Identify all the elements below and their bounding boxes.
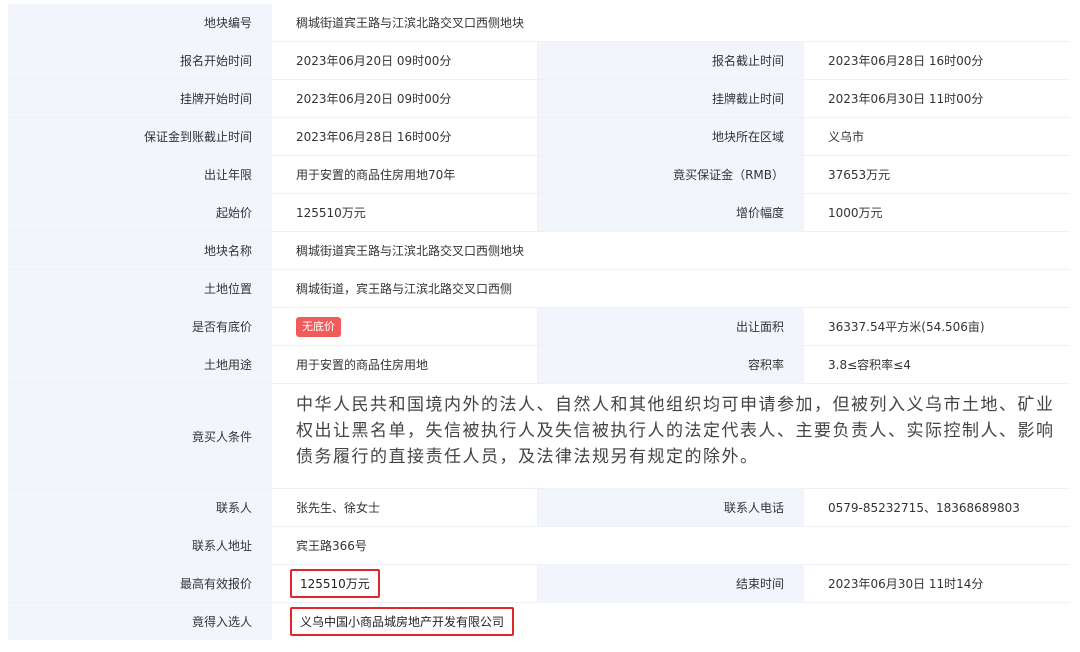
value-end-time: 2023年06月30日 11时14分 [804, 565, 1070, 602]
value-area: 36337.54平方米(54.506亩) [804, 308, 1070, 345]
label-top-bid: 最高有效报价 [8, 565, 272, 602]
value-conditions: 中华人民共和国境内外的法人、自然人和其他组织均可申请参加，但被列入义乌市土地、矿… [272, 384, 1070, 488]
row-start-price: 起始价 125510万元 增价幅度 1000万元 [8, 194, 1070, 232]
label-end-time: 结束时间 [538, 565, 804, 602]
label-location: 土地位置 [8, 270, 272, 307]
label-deposit: 竟买保证金（RMB） [538, 156, 804, 193]
value-start-price: 125510万元 [272, 194, 538, 231]
label-listing-end: 挂牌截止时间 [538, 80, 804, 117]
value-deposit-deadline: 2023年06月28日 16时00分 [272, 118, 538, 155]
label-phone: 联系人电话 [538, 489, 804, 526]
label-area: 出让面积 [538, 308, 804, 345]
value-address: 宾王路366号 [272, 527, 1070, 564]
label-conditions: 竟买人条件 [8, 384, 272, 488]
value-usage: 用于安置的商品住房用地 [272, 346, 538, 383]
label-far: 容积率 [538, 346, 804, 383]
label-winner: 竟得入选人 [8, 603, 272, 640]
value-signup-end: 2023年06月28日 16时00分 [804, 42, 1070, 79]
value-phone: 0579-85232715、18368689803 [804, 489, 1070, 526]
label-increment: 增价幅度 [538, 194, 804, 231]
row-term: 出让年限 用于安置的商品住房用地70年 竟买保证金（RMB） 37653万元 [8, 156, 1070, 194]
label-start-price: 起始价 [8, 194, 272, 231]
row-conditions: 竟买人条件 中华人民共和国境内外的法人、自然人和其他组织均可申请参加，但被列入义… [8, 384, 1070, 489]
value-location: 稠城街道，宾王路与江滨北路交叉口西侧 [272, 270, 1070, 307]
row-address: 联系人地址 宾王路366号 [8, 527, 1070, 565]
value-signup-start: 2023年06月20日 09时00分 [272, 42, 538, 79]
value-reserve: 无底价 [272, 308, 538, 345]
label-usage: 土地用途 [8, 346, 272, 383]
row-top-bid: 最高有效报价 125510万元 结束时间 2023年06月30日 11时14分 [8, 565, 1070, 603]
value-plot-name: 稠城街道宾王路与江滨北路交叉口西侧地块 [272, 232, 1070, 269]
value-deposit: 37653万元 [804, 156, 1070, 193]
label-listing-start: 挂牌开始时间 [8, 80, 272, 117]
land-auction-table: 地块编号 稠城街道宾王路与江滨北路交叉口西侧地块 报名开始时间 2023年06月… [8, 4, 1070, 641]
value-top-bid-cell: 125510万元 [272, 565, 538, 602]
label-region: 地块所在区域 [538, 118, 804, 155]
value-increment: 1000万元 [804, 194, 1070, 231]
value-winner: 义乌中国小商品城房地产开发有限公司 [290, 607, 515, 636]
label-deposit-deadline: 保证金到账截止时间 [8, 118, 272, 155]
label-plot-name: 地块名称 [8, 232, 272, 269]
row-listing: 挂牌开始时间 2023年06月20日 09时00分 挂牌截止时间 2023年06… [8, 80, 1070, 118]
value-top-bid: 125510万元 [290, 569, 380, 598]
row-reserve: 是否有底价 无底价 出让面积 36337.54平方米(54.506亩) [8, 308, 1070, 346]
label-plot-no: 地块编号 [8, 4, 272, 41]
value-contact: 张先生、徐女士 [272, 489, 538, 526]
label-signup-start: 报名开始时间 [8, 42, 272, 79]
no-reserve-badge: 无底价 [296, 316, 341, 337]
row-winner: 竟得入选人 义乌中国小商品城房地产开发有限公司 [8, 603, 1070, 641]
label-term: 出让年限 [8, 156, 272, 193]
value-term: 用于安置的商品住房用地70年 [272, 156, 538, 193]
label-reserve: 是否有底价 [8, 308, 272, 345]
row-location: 土地位置 稠城街道，宾王路与江滨北路交叉口西侧 [8, 270, 1070, 308]
row-usage: 土地用途 用于安置的商品住房用地 容积率 3.8≤容积率≤4 [8, 346, 1070, 384]
row-deposit-deadline: 保证金到账截止时间 2023年06月28日 16时00分 地块所在区域 义乌市 [8, 118, 1070, 156]
row-plot-no: 地块编号 稠城街道宾王路与江滨北路交叉口西侧地块 [8, 4, 1070, 42]
value-listing-start: 2023年06月20日 09时00分 [272, 80, 538, 117]
value-listing-end: 2023年06月30日 11时00分 [804, 80, 1070, 117]
label-contact: 联系人 [8, 489, 272, 526]
value-far: 3.8≤容积率≤4 [804, 346, 1070, 383]
row-signup: 报名开始时间 2023年06月20日 09时00分 报名截止时间 2023年06… [8, 42, 1070, 80]
row-contact: 联系人 张先生、徐女士 联系人电话 0579-85232715、18368689… [8, 489, 1070, 527]
value-winner-cell: 义乌中国小商品城房地产开发有限公司 [272, 603, 1070, 640]
value-region: 义乌市 [804, 118, 1070, 155]
row-plot-name: 地块名称 稠城街道宾王路与江滨北路交叉口西侧地块 [8, 232, 1070, 270]
value-plot-no: 稠城街道宾王路与江滨北路交叉口西侧地块 [272, 4, 1070, 41]
label-signup-end: 报名截止时间 [538, 42, 804, 79]
label-address: 联系人地址 [8, 527, 272, 564]
